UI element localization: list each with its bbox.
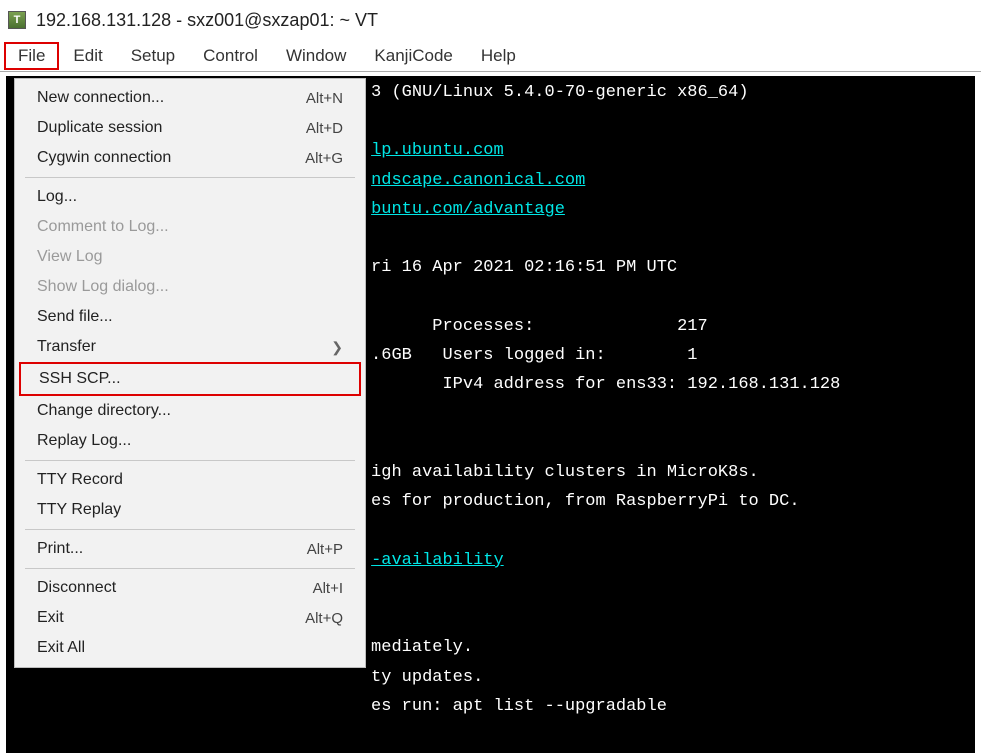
menu-item-label: Change directory...: [37, 402, 343, 420]
app-icon: [8, 11, 26, 29]
menu-item-label: Send file...: [37, 308, 343, 326]
menu-item-label: SSH SCP...: [39, 370, 341, 388]
menu-item-label: New connection...: [37, 89, 294, 107]
menu-item-comment-to-log: Comment to Log...: [19, 212, 361, 242]
menu-item-label: Print...: [37, 540, 295, 558]
menu-item-label: Log...: [37, 188, 343, 206]
menu-separator: [25, 568, 355, 569]
window-title: 192.168.131.128 - sxz001@sxzap01: ~ VT: [36, 10, 378, 31]
menu-item-label: Disconnect: [37, 579, 301, 597]
menu-kanjicode[interactable]: KanjiCode: [360, 42, 466, 70]
menu-window[interactable]: Window: [272, 42, 360, 70]
menu-item-transfer[interactable]: Transfer❯: [19, 332, 361, 362]
menu-item-label: Transfer: [37, 338, 321, 356]
title-bar: 192.168.131.128 - sxz001@sxzap01: ~ VT: [0, 0, 981, 40]
menu-separator: [25, 177, 355, 178]
menu-edit[interactable]: Edit: [59, 42, 116, 70]
menu-shortcut: Alt+D: [294, 120, 343, 137]
menu-bar: FileEditSetupControlWindowKanjiCodeHelp: [0, 40, 981, 72]
menu-item-label: Exit All: [37, 639, 343, 657]
menu-help[interactable]: Help: [467, 42, 530, 70]
menu-item-show-log-dialog: Show Log dialog...: [19, 272, 361, 302]
menu-item-ssh-scp[interactable]: SSH SCP...: [19, 362, 361, 396]
menu-shortcut: Alt+P: [295, 541, 343, 558]
menu-item-exit-all[interactable]: Exit All: [19, 633, 361, 663]
menu-item-exit[interactable]: ExitAlt+Q: [19, 603, 361, 633]
menu-item-view-log: View Log: [19, 242, 361, 272]
menu-item-tty-replay[interactable]: TTY Replay: [19, 495, 361, 525]
menu-item-send-file[interactable]: Send file...: [19, 302, 361, 332]
menu-item-label: Comment to Log...: [37, 218, 343, 236]
menu-item-duplicate-session[interactable]: Duplicate sessionAlt+D: [19, 113, 361, 143]
menu-shortcut: Alt+I: [301, 580, 343, 597]
menu-item-label: Duplicate session: [37, 119, 294, 137]
menu-setup[interactable]: Setup: [117, 42, 189, 70]
menu-control[interactable]: Control: [189, 42, 272, 70]
menu-item-change-directory[interactable]: Change directory...: [19, 396, 361, 426]
menu-item-new-connection[interactable]: New connection...Alt+N: [19, 83, 361, 113]
menu-item-print[interactable]: Print...Alt+P: [19, 534, 361, 564]
menu-item-label: Exit: [37, 609, 293, 627]
menu-item-label: TTY Replay: [37, 501, 343, 519]
menu-item-cygwin-connection[interactable]: Cygwin connectionAlt+G: [19, 143, 361, 173]
menu-shortcut: Alt+N: [294, 90, 343, 107]
menu-item-label: TTY Record: [37, 471, 343, 489]
menu-item-tty-record[interactable]: TTY Record: [19, 465, 361, 495]
menu-shortcut: Alt+Q: [293, 610, 343, 627]
menu-item-label: Cygwin connection: [37, 149, 293, 167]
menu-separator: [25, 529, 355, 530]
menu-file[interactable]: File: [4, 42, 59, 70]
menu-item-replay-log[interactable]: Replay Log...: [19, 426, 361, 456]
menu-item-label: View Log: [37, 248, 343, 266]
file-menu-dropdown: New connection...Alt+NDuplicate sessionA…: [14, 78, 366, 668]
menu-shortcut: Alt+G: [293, 150, 343, 167]
menu-item-log[interactable]: Log...: [19, 182, 361, 212]
menu-separator: [25, 460, 355, 461]
menu-item-disconnect[interactable]: DisconnectAlt+I: [19, 573, 361, 603]
menu-item-label: Replay Log...: [37, 432, 343, 450]
menu-item-label: Show Log dialog...: [37, 278, 343, 296]
chevron-right-icon: ❯: [321, 339, 343, 356]
